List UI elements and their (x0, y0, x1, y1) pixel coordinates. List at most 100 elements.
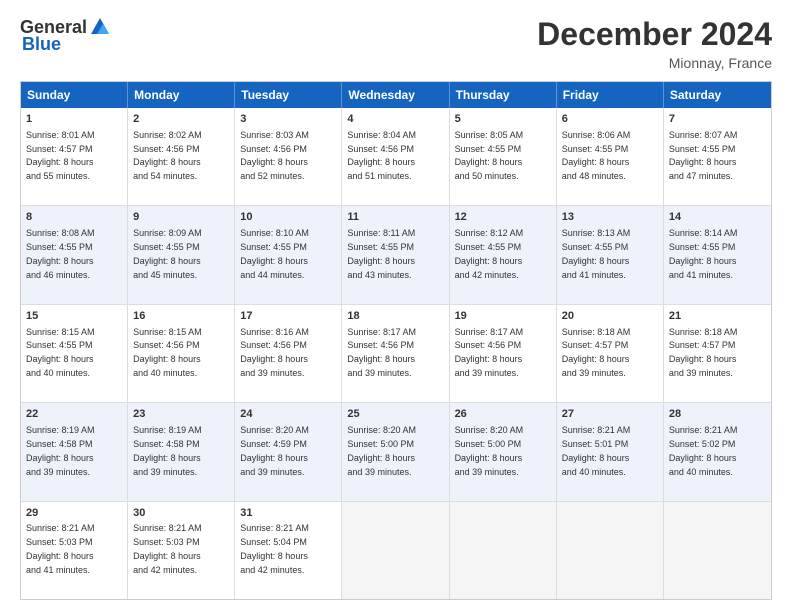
calendar-row: 15 Sunrise: 8:15 AM Sunset: 4:55 PM Dayli… (21, 304, 771, 402)
day-number: 24 (240, 407, 336, 422)
day-info: Sunrise: 8:13 AM Sunset: 4:55 PM Dayligh… (562, 228, 631, 279)
calendar-cell: 15 Sunrise: 8:15 AM Sunset: 4:55 PM Dayli… (21, 305, 128, 402)
calendar-cell: 2 Sunrise: 8:02 AM Sunset: 4:56 PM Daylig… (128, 108, 235, 205)
calendar-cell: 24 Sunrise: 8:20 AM Sunset: 4:59 PM Dayli… (235, 403, 342, 500)
page: General Blue December 2024 Mionnay, Fran… (0, 0, 792, 612)
header-sunday: Sunday (21, 82, 128, 108)
calendar-cell: 28Sunrise: 8:21 AM Sunset: 5:02 PM Dayli… (664, 403, 771, 500)
day-info: Sunrise: 8:15 AM Sunset: 4:56 PM Dayligh… (133, 327, 202, 378)
day-number: 12 (455, 210, 551, 225)
day-info: Sunrise: 8:07 AM Sunset: 4:55 PM Dayligh… (669, 130, 738, 181)
day-info: Sunrise: 8:10 AM Sunset: 4:55 PM Dayligh… (240, 228, 309, 279)
calendar-cell: 9Sunrise: 8:09 AM Sunset: 4:55 PM Daylig… (128, 206, 235, 303)
day-number: 15 (26, 309, 122, 324)
calendar-cell: 20 Sunrise: 8:18 AM Sunset: 4:57 PM Dayli… (557, 305, 664, 402)
calendar-cell: 7 Sunrise: 8:07 AM Sunset: 4:55 PM Daylig… (664, 108, 771, 205)
day-number: 20 (562, 309, 658, 324)
day-info: Sunrise: 8:19 AM Sunset: 4:58 PM Dayligh… (26, 425, 95, 476)
header-saturday: Saturday (664, 82, 771, 108)
day-number: 16 (133, 309, 229, 324)
day-number: 17 (240, 309, 336, 324)
day-info: Sunrise: 8:15 AM Sunset: 4:55 PM Dayligh… (26, 327, 95, 378)
location: Mionnay, France (537, 55, 772, 71)
day-info: Sunrise: 8:09 AM Sunset: 4:55 PM Dayligh… (133, 228, 202, 279)
day-info: Sunrise: 8:16 AM Sunset: 4:56 PM Dayligh… (240, 327, 309, 378)
calendar-cell: 23Sunrise: 8:19 AM Sunset: 4:58 PM Dayli… (128, 403, 235, 500)
calendar-cell: 6 Sunrise: 8:06 AM Sunset: 4:55 PM Daylig… (557, 108, 664, 205)
day-info: Sunrise: 8:01 AM Sunset: 4:57 PM Dayligh… (26, 130, 95, 181)
day-number: 22 (26, 407, 122, 422)
day-info: Sunrise: 8:20 AM Sunset: 4:59 PM Dayligh… (240, 425, 309, 476)
logo: General Blue (20, 16, 111, 55)
calendar-cell: 4Sunrise: 8:04 AM Sunset: 4:56 PM Daylig… (342, 108, 449, 205)
calendar: Sunday Monday Tuesday Wednesday Thursday… (20, 81, 772, 600)
logo-icon (89, 16, 111, 38)
calendar-cell: 1 Sunrise: 8:01 AM Sunset: 4:57 PM Daylig… (21, 108, 128, 205)
day-number: 3 (240, 112, 336, 127)
day-number: 13 (562, 210, 658, 225)
day-number: 27 (562, 407, 658, 422)
calendar-row: 29 Sunrise: 8:21 AM Sunset: 5:03 PM Dayli… (21, 501, 771, 599)
header-tuesday: Tuesday (235, 82, 342, 108)
day-info: Sunrise: 8:18 AM Sunset: 4:57 PM Dayligh… (562, 327, 631, 378)
day-number: 6 (562, 112, 658, 127)
title-block: December 2024 Mionnay, France (537, 16, 772, 71)
calendar-cell-empty (664, 502, 771, 599)
day-number: 1 (26, 112, 122, 127)
header-friday: Friday (557, 82, 664, 108)
calendar-cell: 8 Sunrise: 8:08 AM Sunset: 4:55 PM Daylig… (21, 206, 128, 303)
calendar-cell: 31Sunrise: 8:21 AM Sunset: 5:04 PM Dayli… (235, 502, 342, 599)
calendar-cell: 14Sunrise: 8:14 AM Sunset: 4:55 PM Dayli… (664, 206, 771, 303)
day-info: Sunrise: 8:08 AM Sunset: 4:55 PM Dayligh… (26, 228, 95, 279)
calendar-header: Sunday Monday Tuesday Wednesday Thursday… (21, 82, 771, 108)
day-number: 18 (347, 309, 443, 324)
calendar-body: 1 Sunrise: 8:01 AM Sunset: 4:57 PM Daylig… (21, 108, 771, 599)
day-info: Sunrise: 8:21 AM Sunset: 5:02 PM Dayligh… (669, 425, 738, 476)
calendar-cell: 17 Sunrise: 8:16 AM Sunset: 4:56 PM Dayli… (235, 305, 342, 402)
day-info: Sunrise: 8:18 AM Sunset: 4:57 PM Dayligh… (669, 327, 738, 378)
day-info: Sunrise: 8:12 AM Sunset: 4:55 PM Dayligh… (455, 228, 524, 279)
day-info: Sunrise: 8:17 AM Sunset: 4:56 PM Dayligh… (455, 327, 524, 378)
day-number: 30 (133, 506, 229, 521)
day-number: 19 (455, 309, 551, 324)
day-number: 26 (455, 407, 551, 422)
day-number: 2 (133, 112, 229, 127)
day-number: 21 (669, 309, 766, 324)
day-number: 4 (347, 112, 443, 127)
day-info: Sunrise: 8:21 AM Sunset: 5:04 PM Dayligh… (240, 523, 309, 574)
day-info: Sunrise: 8:02 AM Sunset: 4:56 PM Dayligh… (133, 130, 202, 181)
day-number: 10 (240, 210, 336, 225)
day-info: Sunrise: 8:21 AM Sunset: 5:03 PM Dayligh… (26, 523, 95, 574)
day-number: 29 (26, 506, 122, 521)
calendar-cell: 30 Sunrise: 8:21 AM Sunset: 5:03 PM Dayli… (128, 502, 235, 599)
calendar-cell: 5Sunrise: 8:05 AM Sunset: 4:55 PM Daylig… (450, 108, 557, 205)
calendar-cell: 16 Sunrise: 8:15 AM Sunset: 4:56 PM Dayli… (128, 305, 235, 402)
logo-blue-text: Blue (22, 34, 61, 55)
day-info: Sunrise: 8:20 AM Sunset: 5:00 PM Dayligh… (455, 425, 524, 476)
calendar-row: 22 Sunrise: 8:19 AM Sunset: 4:58 PM Dayli… (21, 402, 771, 500)
day-info: Sunrise: 8:06 AM Sunset: 4:55 PM Dayligh… (562, 130, 631, 181)
calendar-row: 1 Sunrise: 8:01 AM Sunset: 4:57 PM Daylig… (21, 108, 771, 205)
day-info: Sunrise: 8:11 AM Sunset: 4:55 PM Dayligh… (347, 228, 415, 279)
calendar-cell-empty (557, 502, 664, 599)
day-number: 23 (133, 407, 229, 422)
day-number: 25 (347, 407, 443, 422)
month-title: December 2024 (537, 16, 772, 53)
calendar-cell: 27 Sunrise: 8:21 AM Sunset: 5:01 PM Dayli… (557, 403, 664, 500)
calendar-cell: 18Sunrise: 8:17 AM Sunset: 4:56 PM Dayli… (342, 305, 449, 402)
calendar-cell: 21 Sunrise: 8:18 AM Sunset: 4:57 PM Dayli… (664, 305, 771, 402)
calendar-cell: 11 Sunrise: 8:11 AM Sunset: 4:55 PM Dayli… (342, 206, 449, 303)
day-info: Sunrise: 8:21 AM Sunset: 5:01 PM Dayligh… (562, 425, 631, 476)
day-number: 7 (669, 112, 766, 127)
day-number: 8 (26, 210, 122, 225)
day-number: 11 (347, 210, 443, 225)
day-info: Sunrise: 8:21 AM Sunset: 5:03 PM Dayligh… (133, 523, 202, 574)
header: General Blue December 2024 Mionnay, Fran… (20, 16, 772, 71)
calendar-cell: 3 Sunrise: 8:03 AM Sunset: 4:56 PM Daylig… (235, 108, 342, 205)
day-info: Sunrise: 8:03 AM Sunset: 4:56 PM Dayligh… (240, 130, 309, 181)
header-monday: Monday (128, 82, 235, 108)
calendar-cell: 25Sunrise: 8:20 AM Sunset: 5:00 PM Dayli… (342, 403, 449, 500)
calendar-cell: 22 Sunrise: 8:19 AM Sunset: 4:58 PM Dayli… (21, 403, 128, 500)
calendar-cell: 10 Sunrise: 8:10 AM Sunset: 4:55 PM Dayli… (235, 206, 342, 303)
calendar-cell: 26 Sunrise: 8:20 AM Sunset: 5:00 PM Dayli… (450, 403, 557, 500)
